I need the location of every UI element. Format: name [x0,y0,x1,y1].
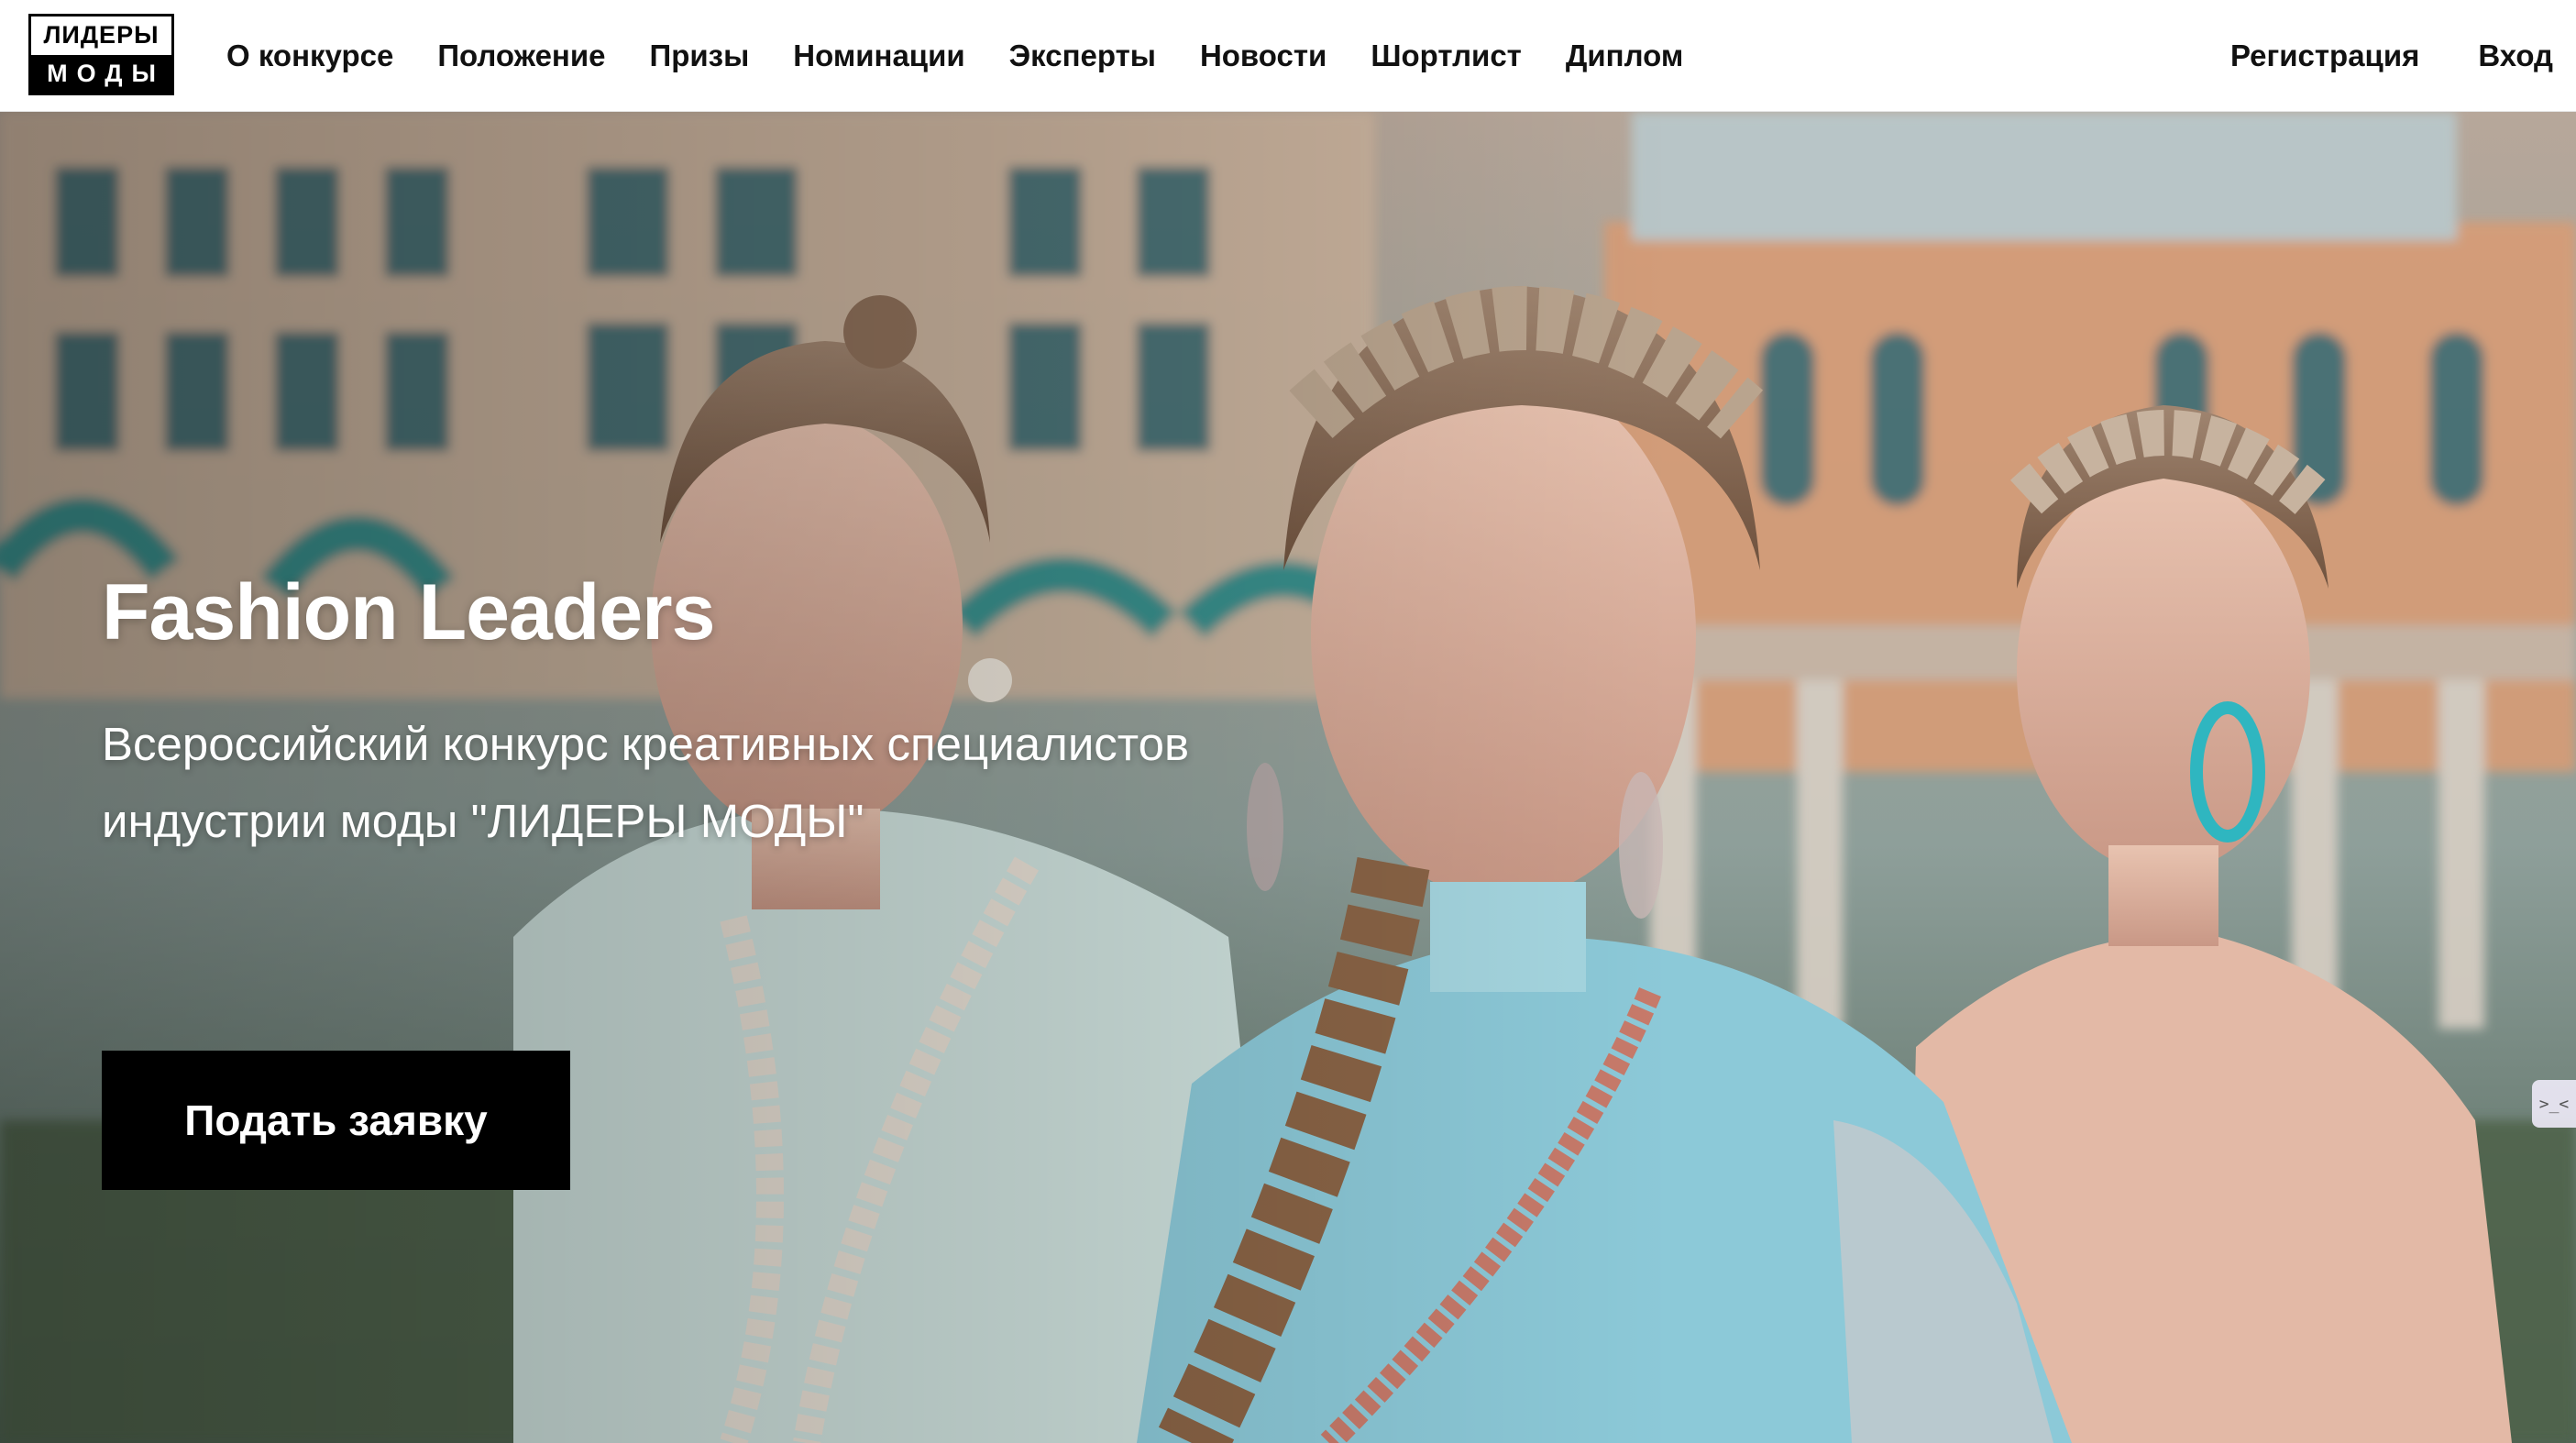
site-header: ЛИДЕРЫ МОДЫ О конкурсе Положение Призы Н… [0,0,2576,112]
logo-line-2: МОДЫ [31,54,171,93]
logo-line-1: ЛИДЕРЫ [31,17,171,55]
main-nav: О конкурсе Положение Призы Номинации Экс… [226,0,1683,112]
nav-item-about[interactable]: О конкурсе [226,39,393,73]
auth-nav: Регистрация Вход [2230,0,2553,112]
code-icon[interactable]: >_< [2532,1080,2576,1128]
nav-item-prizes[interactable]: Призы [650,39,750,73]
apply-button[interactable]: Подать заявку [102,1051,570,1190]
hero-section: Fashion Leaders Всероссийский конкурс кр… [0,112,2576,1443]
nav-item-news[interactable]: Новости [1200,39,1327,73]
nav-item-rules[interactable]: Положение [437,39,605,73]
nav-item-experts[interactable]: Эксперты [1009,39,1156,73]
hero-subtitle: Всероссийский конкурс креативных специал… [102,718,1190,847]
nav-item-shortlist[interactable]: Шортлист [1371,39,1522,73]
nav-item-diploma[interactable]: Диплом [1566,39,1683,73]
site-logo[interactable]: ЛИДЕРЫ МОДЫ [28,14,174,95]
register-link[interactable]: Регистрация [2230,39,2419,73]
login-link[interactable]: Вход [2478,39,2553,73]
hero-title: Fashion Leaders [102,568,715,656]
nav-item-nominations[interactable]: Номинации [793,39,964,73]
